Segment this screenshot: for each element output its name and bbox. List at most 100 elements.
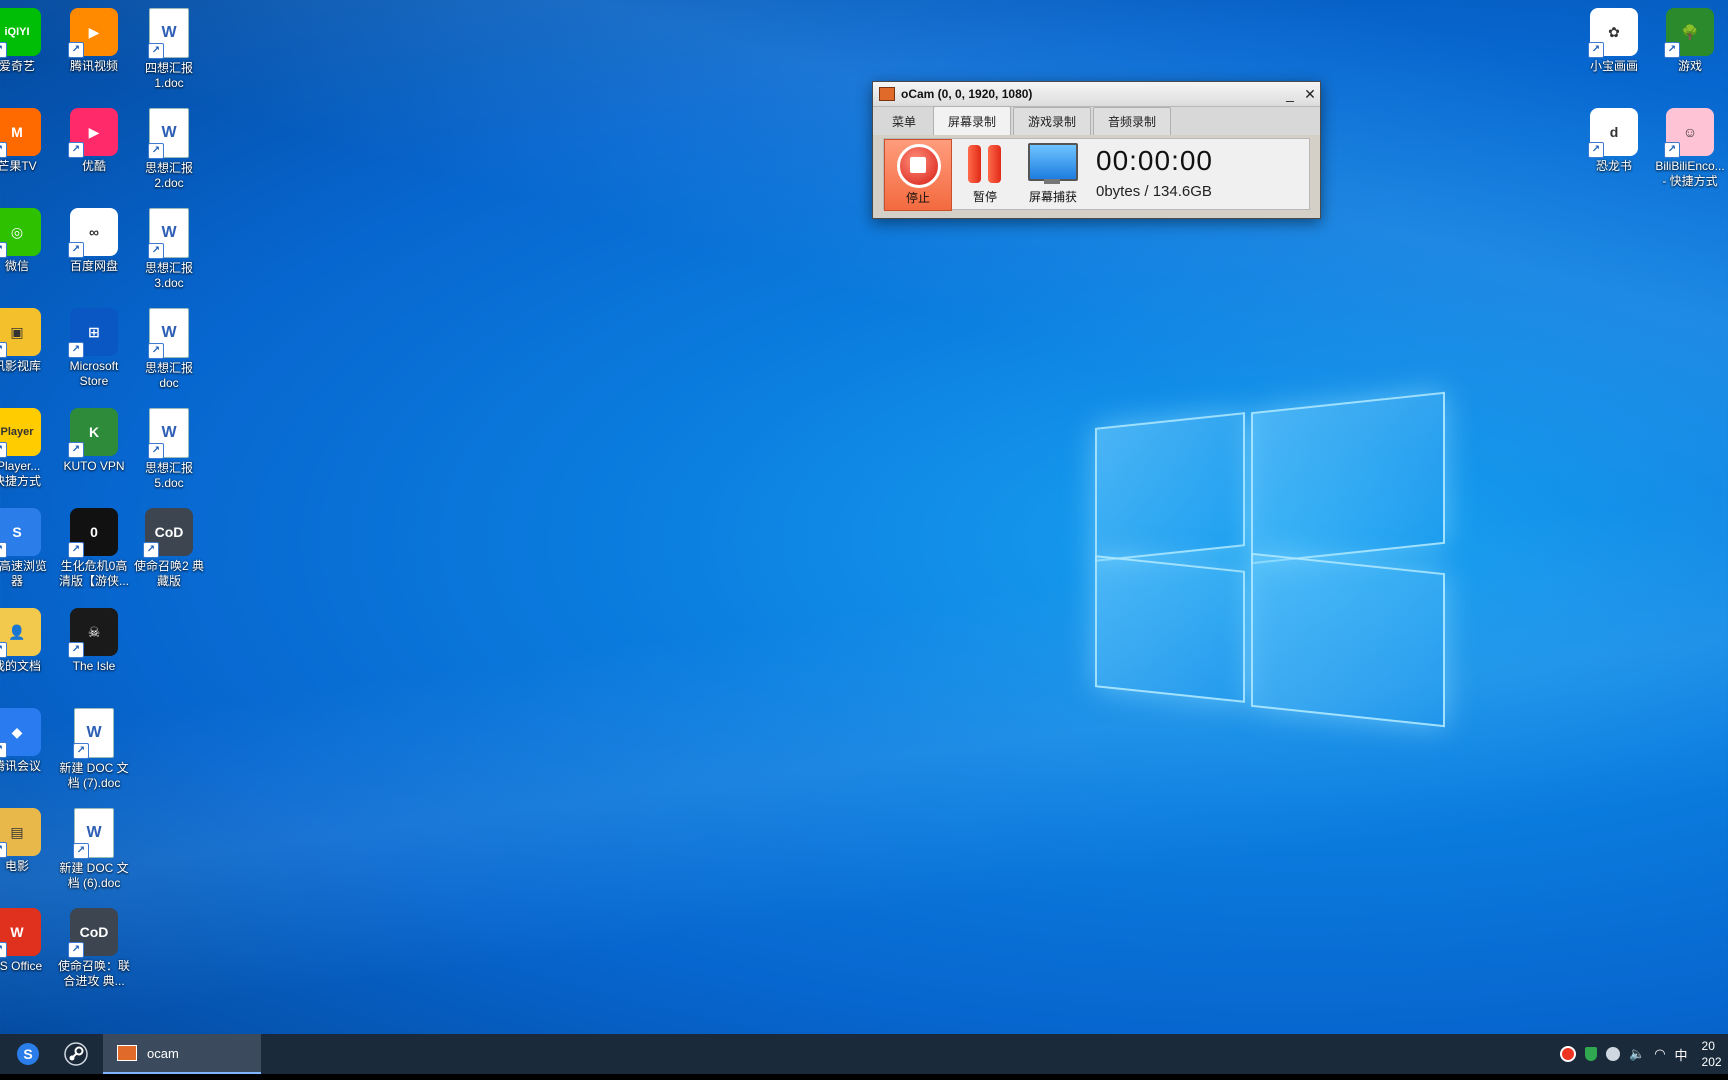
desktop-icon-label: 使命召唤2 典 藏版	[133, 559, 204, 588]
screen-capture-label: 屏幕捕获	[1028, 190, 1077, 204]
desktop-icon[interactable]: ✿ ↗ 小宝画画	[1575, 8, 1653, 74]
taskbar: S ocam 🔈 ◠ 中 20 202	[0, 1034, 1728, 1074]
shortcut-arrow-icon: ↗	[68, 542, 84, 558]
shortcut-arrow-icon: ↗	[148, 443, 164, 459]
wifi-icon[interactable]: ◠	[1654, 1046, 1665, 1062]
app-shortcut-icon: ☠ ↗	[68, 608, 118, 658]
desktop-icon[interactable]: S↗狗高速浏览 器	[0, 508, 56, 589]
steam-tray-icon[interactable]	[1606, 1047, 1620, 1061]
app-shortcut-icon: ◎↗	[0, 208, 41, 258]
desktop-icon[interactable]: W↗PS Office	[0, 908, 56, 974]
volume-icon[interactable]: 🔈	[1629, 1046, 1645, 1062]
app-shortcut-icon: ∞ ↗	[68, 208, 118, 258]
desktop-icon-label: 新建 DOC 文 档 (7).doc	[59, 761, 129, 790]
shortcut-arrow-icon: ↗	[0, 42, 7, 58]
monitor-icon	[1028, 143, 1078, 181]
ocam-window[interactable]: oCam (0, 0, 1920, 1080) _ ✕ 菜单 屏幕录制 游戏录制…	[872, 81, 1321, 219]
desktop-icon[interactable]: 0 ↗ 生化危机0高 清版【游侠...	[55, 508, 133, 589]
desktop-icon[interactable]: ▤↗电影	[0, 808, 56, 874]
desktop-icon-label: 我的文档	[0, 659, 41, 673]
shortcut-arrow-icon: ↗	[68, 942, 84, 958]
desktop-icon[interactable]: ◎↗微信	[0, 208, 56, 274]
record-indicator-icon[interactable]	[1560, 1046, 1576, 1062]
tab-audio-recording[interactable]: 音频录制	[1093, 107, 1172, 135]
desktop-icon[interactable]: W ↗ 新建 DOC 文 档 (6).doc	[55, 808, 133, 891]
desktop-icon[interactable]: K ↗ KUTO VPN	[55, 408, 133, 474]
desktop-icon-label: 微信	[4, 259, 29, 273]
clock[interactable]: 20 202	[1702, 1038, 1722, 1070]
app-shortcut-icon: ◆↗	[0, 708, 41, 758]
shortcut-arrow-icon: ↗	[1588, 42, 1604, 58]
pause-button[interactable]: 暂停	[952, 139, 1018, 209]
tab-game-recording[interactable]: 游戏录制	[1013, 107, 1092, 135]
shortcut-arrow-icon: ↗	[73, 843, 89, 859]
desktop-icon[interactable]: W ↗ 四想汇报 1.doc	[130, 8, 208, 91]
desktop-icon-label: 腾讯会议	[0, 759, 41, 773]
shortcut-arrow-icon: ↗	[68, 342, 84, 358]
shortcut-arrow-icon: ↗	[148, 243, 164, 259]
tab-menu[interactable]: 菜单	[877, 107, 931, 135]
input-language[interactable]: 中	[1675, 1045, 1688, 1064]
shortcut-arrow-icon: ↗	[68, 442, 84, 458]
desktop-icon[interactable]: ⊞ ↗ Microsoft Store	[55, 308, 133, 389]
app-shortcut-icon: W↗	[0, 908, 41, 958]
shortcut-arrow-icon: ↗	[0, 242, 7, 258]
app-shortcut-icon: ✿ ↗	[1588, 8, 1638, 58]
desktop-icon[interactable]: ∞ ↗ 百度网盘	[55, 208, 133, 274]
app-shortcut-icon: ▶ ↗	[68, 8, 118, 58]
screen-bottom-edge	[0, 1074, 1728, 1080]
desktop-icon[interactable]: M↗芒果TV	[0, 108, 56, 174]
desktop-icon-label: 生化危机0高 清版【游侠...	[58, 559, 129, 588]
desktop-icon[interactable]: W ↗ 思想汇报 5.doc	[130, 408, 208, 491]
stop-button[interactable]: 停止	[884, 139, 952, 211]
desktop-icon[interactable]: W ↗ 新建 DOC 文 档 (7).doc	[55, 708, 133, 791]
desktop-icon-label: 优酷	[81, 159, 106, 173]
minimize-button[interactable]: _	[1280, 84, 1300, 104]
screen-capture-button[interactable]: 屏幕捕获	[1020, 139, 1086, 209]
ocam-titlebar[interactable]: oCam (0, 0, 1920, 1080) _ ✕	[873, 82, 1320, 107]
desktop-icon[interactable]: ◆↗腾讯会议	[0, 708, 56, 774]
desktop-icon[interactable]: W ↗ 思想汇报 2.doc	[130, 108, 208, 191]
shortcut-arrow-icon: ↗	[68, 242, 84, 258]
steam-icon[interactable]	[58, 1034, 94, 1074]
shortcut-arrow-icon: ↗	[148, 143, 164, 159]
desktop-icon[interactable]: ☺ ↗ BiliBiliEnco... - 快捷方式	[1651, 108, 1728, 189]
word-document-icon: W ↗	[148, 8, 189, 59]
tab-screen-recording[interactable]: 屏幕录制	[933, 106, 1012, 135]
sogou-browser-icon[interactable]: S	[10, 1034, 46, 1074]
desktop-icon-label: 新建 DOC 文 档 (6).doc	[59, 861, 129, 890]
desktop-icon[interactable]: ▣↗讯影视库	[0, 308, 56, 374]
desktop-icon[interactable]: d ↗ 恐龙书	[1575, 108, 1653, 174]
desktop-icon-label: Microsoft Store	[69, 359, 119, 388]
shortcut-arrow-icon: ↗	[143, 542, 159, 558]
close-button[interactable]: ✕	[1300, 84, 1320, 104]
app-shortcut-icon: Player↗	[0, 408, 41, 458]
app-shortcut-icon: ☺ ↗	[1664, 108, 1714, 158]
desktop-icon-label: KUTO VPN	[63, 459, 125, 473]
desktop-icon[interactable]: 👤↗我的文档	[0, 608, 56, 674]
desktop-icon[interactable]: CoD ↗ 使命召唤：联 合进攻 典...	[55, 908, 133, 989]
shortcut-arrow-icon: ↗	[68, 142, 84, 158]
clock-time: 20	[1701, 1039, 1715, 1053]
desktop-icon[interactable]: ▶ ↗ 腾讯视频	[55, 8, 133, 74]
app-shortcut-icon: K ↗	[68, 408, 118, 458]
shortcut-arrow-icon: ↗	[0, 442, 7, 458]
desktop-icon[interactable]: CoD ↗ 使命召唤2 典 藏版	[130, 508, 208, 589]
desktop-icon[interactable]: Player↗tPlayer... 快捷方式	[0, 408, 56, 489]
shortcut-arrow-icon: ↗	[73, 743, 89, 759]
ocam-app-icon	[879, 87, 895, 101]
desktop-icon[interactable]: iQIYI↗爱奇艺	[0, 8, 56, 74]
app-shortcut-icon: M↗	[0, 108, 41, 158]
shortcut-arrow-icon: ↗	[1664, 42, 1680, 58]
recording-timer: 00:00:00	[1096, 145, 1213, 176]
desktop-icon[interactable]: W ↗ 思想汇报 doc	[130, 308, 208, 391]
desktop-icon[interactable]: ▶ ↗ 优酷	[55, 108, 133, 174]
taskbar-ocam-task[interactable]: ocam	[103, 1034, 261, 1074]
desktop-icon[interactable]: ☠ ↗ The Isle	[55, 608, 133, 674]
ocam-task-icon	[117, 1045, 137, 1061]
desktop-icon[interactable]: W ↗ 思想汇报 3.doc	[130, 208, 208, 291]
ocam-toolbar-panel: 停止 暂停 屏幕捕获 00:00:00 0bytes / 134.6GB	[883, 138, 1310, 211]
security-shield-icon[interactable]	[1585, 1047, 1597, 1061]
desktop-light-beam	[0, 468, 1728, 1072]
desktop-icon[interactable]: 🌳 ↗ 游戏	[1651, 8, 1728, 74]
